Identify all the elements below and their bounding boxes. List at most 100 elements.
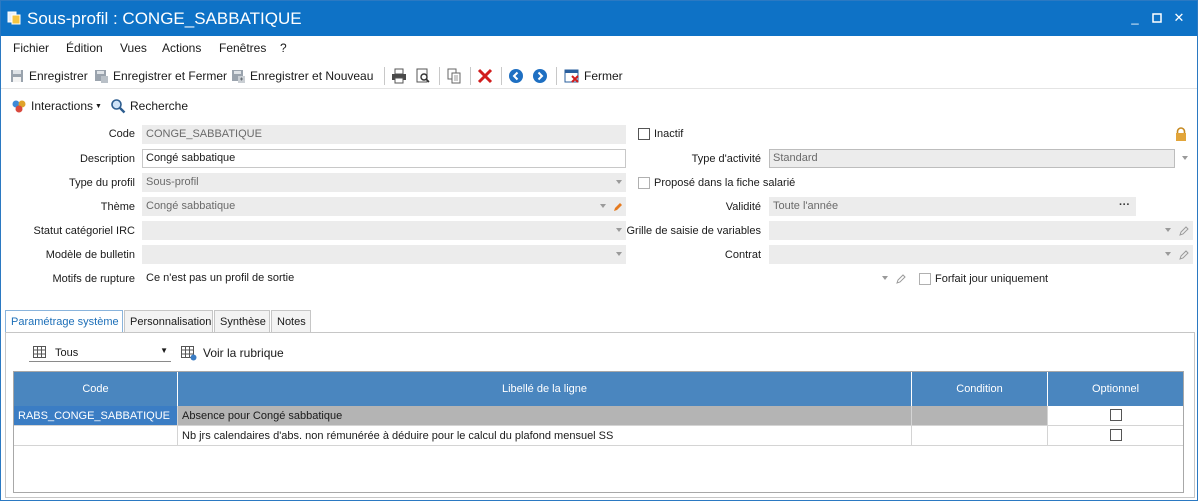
type-activite-select[interactable]: Standard [769,149,1175,168]
close-form-icon [564,69,579,83]
menu-help[interactable]: ? [280,41,287,55]
column-header-condition[interactable]: Condition [912,372,1048,406]
statut-select[interactable] [142,221,626,240]
type-activite-label: Type d'activité [691,153,761,165]
table-row-libelle[interactable]: Nb jrs calendaires d'abs. non rémunérée … [178,426,912,446]
table-row-optionnel [1048,426,1183,446]
table-row-condition[interactable] [912,406,1048,426]
column-header-code[interactable]: Code [14,372,178,406]
chevron-down-icon [1165,228,1171,232]
contrat-label: Contrat [724,249,761,261]
description-field[interactable]: Congé sabbatique [142,149,626,168]
toolbar-separator [439,67,440,85]
close-form-label: Fermer [584,69,623,83]
window-title: Sous-profil : CONGE_SABBATIQUE [27,9,302,28]
search-button[interactable]: Recherche [110,97,188,115]
grille-label: Grille de saisie de variables [626,225,761,237]
propose-checkbox[interactable] [638,177,650,189]
motifs-label: Motifs de rupture [52,273,135,285]
filter-select[interactable]: Tous ▼ [29,343,171,362]
theme-value: Congé sabbatique [146,200,236,212]
filter-value: Tous [55,347,79,359]
propose-label: Proposé dans la fiche salarié [654,177,796,189]
previous-icon[interactable] [508,67,524,85]
tab-parametrage[interactable]: Paramétrage système [5,310,123,333]
type-profil-select[interactable]: Sous-profil [142,173,626,192]
chevron-down-icon [600,204,606,208]
chevron-down-icon[interactable] [1182,156,1188,160]
code-label: Code [108,128,135,140]
chevron-down-icon [616,228,622,232]
table-row-optionnel [1048,406,1183,426]
tab-personnalisation[interactable]: Personnalisation [124,310,213,332]
save-new-label: Enregistrer et Nouveau [250,69,374,83]
menu-fenetres[interactable]: Fenêtres [219,41,266,55]
menu-actions[interactable]: Actions [162,41,201,55]
table-row-condition[interactable] [912,426,1048,446]
toolbar-separator [384,67,385,85]
duplicate-icon[interactable] [446,67,462,85]
save-icon [11,70,23,82]
search-label: Recherche [130,99,189,113]
optionnel-checkbox[interactable] [1110,409,1122,421]
search-icon [111,99,126,114]
grid-icon [33,346,46,358]
inactif-label: Inactif [654,128,684,140]
close-form-button[interactable]: Fermer [564,67,623,85]
pencil-icon[interactable] [896,274,906,284]
modele-label: Modèle de bulletin [45,249,135,261]
column-header-optionnel[interactable]: Optionnel [1048,372,1183,406]
menu-fichier[interactable]: Fichier [13,41,49,55]
more-options-icon[interactable]: ··· [1119,199,1130,211]
pencil-icon[interactable] [1179,226,1189,236]
print-preview-icon[interactable] [415,67,431,85]
forfait-checkbox[interactable] [919,273,931,285]
column-header-libelle[interactable]: Libellé de la ligne [178,372,912,406]
menu-edition[interactable]: Édition [66,41,103,55]
pencil-icon[interactable] [1179,250,1189,260]
type-profil-label: Type du profil [68,177,135,189]
tab-synthese[interactable]: Synthèse [214,310,270,332]
print-icon[interactable] [391,67,407,85]
optionnel-checkbox[interactable] [1110,429,1122,441]
motifs-select[interactable]: Ce n'est pas un profil de sortie [142,269,912,288]
modele-select[interactable] [142,245,626,264]
maximize-icon[interactable] [1149,10,1165,26]
theme-select[interactable]: Congé sabbatique [142,197,626,216]
delete-icon[interactable] [477,67,493,85]
title-bar: Sous-profil : CONGE_SABBATIQUE _ ✕ [1,1,1197,36]
validite-field[interactable]: Toute l'année ··· [769,197,1136,216]
description-label: Description [79,153,135,165]
tab-notes[interactable]: Notes [271,310,311,332]
statut-label: Statut catégoriel IRC [33,225,136,237]
inactif-checkbox[interactable] [638,128,650,140]
save-new-button[interactable]: Enregistrer et Nouveau [230,67,373,85]
secondary-toolbar: Interactions ▼ Recherche [1,93,1197,119]
save-button[interactable]: Enregistrer [9,67,88,85]
grille-select[interactable] [769,221,1193,240]
save-close-button[interactable]: Enregistrer et Fermer [93,67,227,85]
interactions-label: Interactions [31,99,94,113]
toolbar-separator [501,67,502,85]
code-field[interactable]: CONGE_SABBATIQUE [142,125,626,144]
table-row-code[interactable]: RABS_CONGE_SABBATIQUE [14,406,178,426]
table-row-code[interactable] [14,426,178,446]
interactions-button[interactable]: Interactions ▼ [11,97,102,115]
grid-settings-icon [181,345,197,360]
next-icon[interactable] [532,67,548,85]
close-icon[interactable]: ✕ [1171,10,1187,26]
table-row-libelle[interactable]: Absence pour Congé sabbatique [178,406,912,426]
type-profil-value: Sous-profil [146,176,199,188]
toolbar-separator [556,67,557,85]
main-toolbar: Enregistrer Enregistrer et Fermer Enregi… [1,61,1197,89]
see-rubrique-label: Voir la rubrique [203,345,284,360]
minimize-icon[interactable]: _ [1127,10,1143,26]
contrat-select[interactable] [769,245,1193,264]
chevron-down-icon [616,252,622,256]
see-rubrique-button[interactable]: Voir la rubrique [181,343,284,362]
menu-bar: Fichier Édition Vues Actions Fenêtres ? [1,37,1197,59]
menu-vues[interactable]: Vues [120,41,147,55]
chevron-down-icon [616,180,622,184]
interactions-icon [12,100,26,113]
pencil-icon[interactable] [613,202,623,212]
